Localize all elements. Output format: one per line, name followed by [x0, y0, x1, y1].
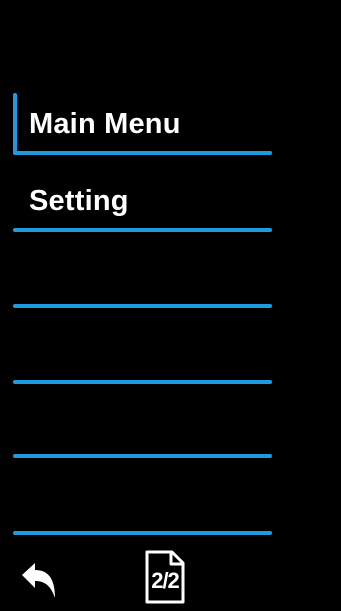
menu-list: Main Menu Setting — [0, 0, 341, 611]
row-divider — [13, 454, 272, 458]
row-divider — [13, 151, 272, 155]
menu-item-setting[interactable]: Setting — [13, 170, 272, 232]
selection-indicator — [13, 93, 17, 155]
page-indicator-label: 2/2 — [151, 568, 180, 593]
menu-item-empty-6[interactable] — [13, 473, 272, 535]
menu-item-empty-4[interactable] — [13, 322, 272, 384]
row-divider — [13, 228, 272, 232]
menu-item-empty-5[interactable] — [13, 396, 272, 458]
bottom-bar: 2/2 — [0, 548, 341, 611]
row-divider — [13, 531, 272, 535]
menu-item-empty-3[interactable] — [13, 246, 272, 308]
row-divider — [13, 304, 272, 308]
menu-item-label: Main Menu — [29, 108, 181, 140]
menu-item-main-menu[interactable]: Main Menu — [13, 93, 272, 155]
page-indicator-icon[interactable]: 2/2 — [144, 549, 186, 605]
menu-item-label: Setting — [29, 185, 129, 217]
back-arrow-icon[interactable] — [18, 560, 60, 600]
row-divider — [13, 380, 272, 384]
